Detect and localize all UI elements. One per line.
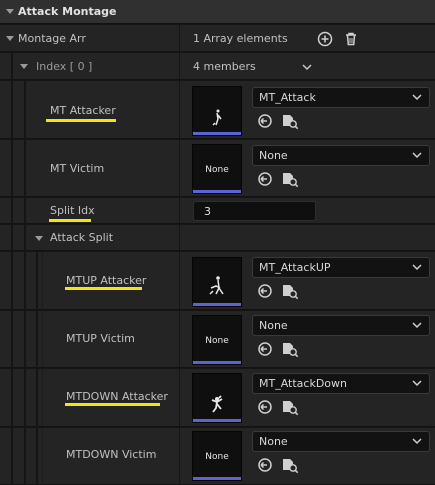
expand-triangle-icon[interactable] bbox=[35, 236, 43, 241]
browse-folder-icon[interactable] bbox=[281, 340, 299, 358]
mt-attacker-label: MT Attacker bbox=[50, 104, 116, 117]
indent-guide bbox=[11, 53, 13, 485]
split-idx-value: 3 bbox=[204, 205, 211, 218]
asset-thumbnail[interactable] bbox=[192, 86, 242, 136]
asset-thumbnail[interactable]: None bbox=[192, 315, 242, 365]
highlight-underline bbox=[65, 287, 142, 290]
thumbnail-type-strip bbox=[193, 132, 241, 135]
animation-figure-icon bbox=[212, 109, 222, 126]
thumbnail-type-strip bbox=[193, 419, 241, 422]
thumbnail-type-strip bbox=[193, 477, 241, 480]
array-count: 1 Array elements bbox=[193, 32, 288, 45]
asset-name: MT_AttackDown bbox=[259, 377, 347, 390]
chevron-down-icon bbox=[412, 380, 422, 387]
expand-triangle-icon[interactable] bbox=[20, 64, 28, 69]
highlight-underline bbox=[46, 119, 116, 122]
indent-guide bbox=[36, 252, 38, 485]
asset-picker-dropdown[interactable]: None bbox=[252, 431, 430, 452]
asset-thumbnail[interactable]: None bbox=[192, 431, 242, 481]
collapse-triangle-icon[interactable] bbox=[6, 9, 14, 14]
highlight-underline bbox=[65, 403, 160, 406]
asset-name: MT_AttackUP bbox=[259, 261, 331, 274]
chevron-down-icon bbox=[412, 94, 422, 101]
reset-arrow-icon[interactable] bbox=[256, 170, 274, 188]
indent-guide bbox=[24, 81, 26, 485]
asset-picker-dropdown[interactable]: MT_Attack bbox=[252, 87, 430, 108]
split-idx-field[interactable]: 3 bbox=[193, 201, 316, 221]
browse-folder-icon[interactable] bbox=[281, 456, 299, 474]
asset-thumbnail[interactable]: None bbox=[192, 144, 242, 194]
thumbnail-type-strip bbox=[193, 361, 241, 364]
chevron-down-icon bbox=[412, 438, 422, 445]
browse-folder-icon[interactable] bbox=[281, 170, 299, 188]
asset-picker-dropdown[interactable]: None bbox=[252, 315, 430, 336]
montage-arr-label: Montage Arr bbox=[18, 32, 86, 45]
asset-name: None bbox=[259, 319, 288, 332]
highlight-underline bbox=[49, 219, 91, 222]
asset-picker-dropdown[interactable]: MT_AttackUP bbox=[252, 257, 430, 278]
mt-victim-label: MT Victim bbox=[50, 162, 105, 175]
section-header[interactable]: Attack Montage bbox=[0, 0, 435, 24]
thumbnail-none-label: None bbox=[205, 452, 229, 462]
chevron-down-icon bbox=[412, 322, 422, 329]
asset-picker-dropdown[interactable]: MT_AttackDown bbox=[252, 373, 430, 394]
column-divider[interactable] bbox=[179, 25, 180, 485]
reset-arrow-icon[interactable] bbox=[256, 456, 274, 474]
thumbnail-none-label: None bbox=[205, 336, 229, 346]
mtdown-attacker-label: MTDOWN Attacker bbox=[66, 390, 168, 403]
browse-folder-icon[interactable] bbox=[281, 112, 299, 130]
reset-arrow-icon[interactable] bbox=[256, 112, 274, 130]
mtup-attacker-label: MTUP Attacker bbox=[66, 274, 147, 287]
section-title: Attack Montage bbox=[18, 5, 117, 18]
animation-figure-icon bbox=[209, 276, 224, 295]
mtup-victim-label: MTUP Victim bbox=[66, 332, 135, 345]
mtdown-victim-label: MTDOWN Victim bbox=[66, 448, 157, 461]
expand-triangle-icon[interactable] bbox=[6, 36, 14, 41]
animation-figure-icon bbox=[211, 395, 223, 413]
chevron-down-icon bbox=[412, 152, 422, 159]
chevron-down-icon bbox=[412, 264, 422, 271]
browse-folder-icon[interactable] bbox=[281, 398, 299, 416]
reset-arrow-icon[interactable] bbox=[256, 398, 274, 416]
trash-icon[interactable] bbox=[342, 30, 360, 48]
thumbnail-type-strip bbox=[193, 303, 241, 306]
browse-folder-icon[interactable] bbox=[281, 282, 299, 300]
chevron-down-icon[interactable] bbox=[298, 58, 316, 76]
members-count: 4 members bbox=[193, 60, 256, 73]
asset-thumbnail[interactable] bbox=[192, 257, 242, 307]
reset-arrow-icon[interactable] bbox=[256, 282, 274, 300]
split-idx-label: Split Idx bbox=[50, 204, 95, 217]
add-element-icon[interactable] bbox=[316, 30, 334, 48]
asset-name: MT_Attack bbox=[259, 91, 316, 104]
index-label: Index [ 0 ] bbox=[36, 60, 93, 73]
attack-split-label: Attack Split bbox=[50, 231, 114, 244]
asset-name: None bbox=[259, 149, 288, 162]
asset-thumbnail[interactable] bbox=[192, 373, 242, 423]
reset-arrow-icon[interactable] bbox=[256, 340, 274, 358]
asset-name: None bbox=[259, 435, 288, 448]
thumbnail-type-strip bbox=[193, 190, 241, 193]
indent-guide bbox=[42, 252, 43, 485]
asset-picker-dropdown[interactable]: None bbox=[252, 145, 430, 166]
thumbnail-none-label: None bbox=[205, 165, 229, 175]
